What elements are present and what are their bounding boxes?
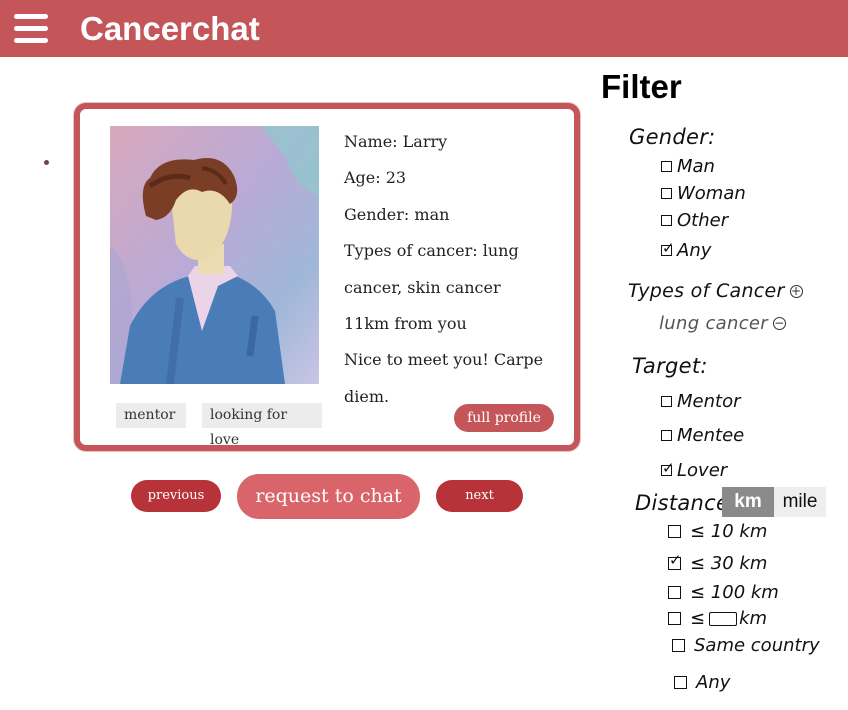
gender-option-any[interactable]: Any: [661, 239, 711, 261]
unit-mile-button[interactable]: mile: [774, 487, 826, 517]
distance-option-any[interactable]: Any: [674, 672, 730, 693]
profile-gender: Gender: man: [344, 204, 450, 224]
checkbox-checked-icon: [661, 239, 675, 257]
profile-distance: 11km from you: [344, 314, 467, 334]
checkbox-icon: [672, 639, 685, 652]
distance-option-same-country[interactable]: Same country: [672, 635, 820, 656]
top-app-bar: Cancerchat: [0, 0, 848, 57]
checkbox-checked-icon: [661, 459, 675, 477]
app-title: Cancerchat: [80, 10, 260, 47]
distance-option-10km[interactable]: ≤ 10 km: [668, 521, 767, 542]
profile-photo: [110, 126, 319, 384]
next-button[interactable]: next: [436, 480, 523, 512]
target-option-mentee[interactable]: Mentee: [661, 425, 744, 446]
stray-dot: [44, 160, 49, 165]
profile-age: Age: 23: [344, 168, 407, 188]
profile-card: Name: Larry Age: 23 Gender: man Types of…: [74, 103, 580, 451]
unit-km-button[interactable]: km: [722, 487, 774, 517]
checkbox-icon: [661, 161, 672, 172]
profile-name: Name: Larry: [344, 132, 448, 151]
tag-looking-for-love: looking for love: [202, 403, 322, 448]
checkbox-icon: [674, 676, 687, 689]
target-filter-label: Target:: [632, 354, 708, 378]
distance-option-100km[interactable]: ≤ 100 km: [668, 582, 779, 603]
full-profile-button[interactable]: full profile: [454, 404, 554, 432]
checkbox-icon: [668, 586, 681, 599]
gender-filter-label: Gender:: [629, 125, 716, 149]
gender-option-woman[interactable]: Woman: [661, 183, 746, 204]
profile-cancer-types-line1: Types of cancer: lung: [344, 241, 519, 261]
target-option-mentor[interactable]: Mentor: [661, 391, 740, 412]
previous-button[interactable]: previous: [131, 480, 221, 512]
request-to-chat-button[interactable]: request to chat: [237, 474, 420, 519]
distance-unit-toggle: km mile: [722, 487, 826, 517]
checkbox-icon: [661, 396, 672, 407]
filter-title: Filter: [601, 68, 682, 105]
target-option-lover[interactable]: Lover: [661, 459, 727, 481]
checkbox-icon: [661, 430, 672, 441]
distance-filter-label: Distance: [635, 491, 730, 515]
profile-info: Name: Larry Age: 23 Gender: man Types of…: [344, 124, 576, 415]
checkbox-icon: [668, 525, 681, 538]
hamburger-menu-icon[interactable]: [14, 14, 48, 44]
checkbox-icon: [668, 612, 681, 625]
checkbox-icon: [661, 188, 672, 199]
checkbox-icon: [661, 215, 672, 226]
custom-distance-input[interactable]: [709, 611, 738, 626]
distance-option-custom[interactable]: ≤ km: [668, 608, 767, 629]
remove-circle-icon[interactable]: −: [772, 317, 786, 330]
cancer-type-filter-label: Types of Cancer +: [628, 280, 803, 302]
cancer-type-selected: lung cancer −: [659, 313, 786, 334]
gender-option-man[interactable]: Man: [661, 156, 715, 177]
add-circle-icon[interactable]: +: [789, 284, 803, 298]
profile-bio-line1: Nice to meet you! Carpe: [344, 350, 544, 370]
gender-option-other[interactable]: Other: [661, 210, 728, 231]
checkbox-checked-icon: [668, 551, 682, 570]
distance-option-30km[interactable]: ≤ 30 km: [668, 551, 767, 574]
profile-cancer-types-line2: cancer, skin cancer: [344, 277, 501, 297]
tag-mentor: mentor: [116, 403, 186, 428]
